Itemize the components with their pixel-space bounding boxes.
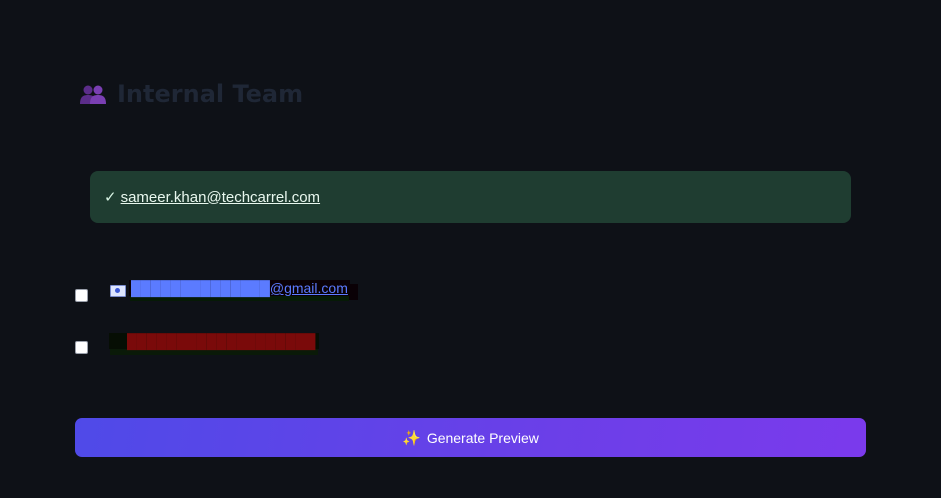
member-email-link[interactable]: ██████████████@gmail.com <box>129 280 350 296</box>
section-header: Internal Team <box>79 80 303 108</box>
member-checkbox[interactable] <box>75 341 88 354</box>
check-icon: ✓ <box>104 189 117 206</box>
blue-badge-icon <box>110 285 126 297</box>
generate-preview-button[interactable]: ✨ Generate Preview <box>75 418 866 457</box>
member-checkbox[interactable] <box>75 289 88 302</box>
users-icon <box>79 82 107 106</box>
sparkle-icon: ✨ <box>402 429 421 447</box>
verified-email-link[interactable]: sameer.khan@techcarrel.com <box>121 189 320 206</box>
member-email-link[interactable]: ███████████████████ <box>109 333 320 349</box>
member-row: ██████████████@gmail.com <box>75 280 350 302</box>
member-row: ███████████████████ <box>75 333 320 354</box>
section-title: Internal Team <box>117 80 304 108</box>
generate-preview-label: Generate Preview <box>426 429 539 446</box>
success-alert: ✓ sameer.khan@techcarrel.com <box>90 171 851 223</box>
